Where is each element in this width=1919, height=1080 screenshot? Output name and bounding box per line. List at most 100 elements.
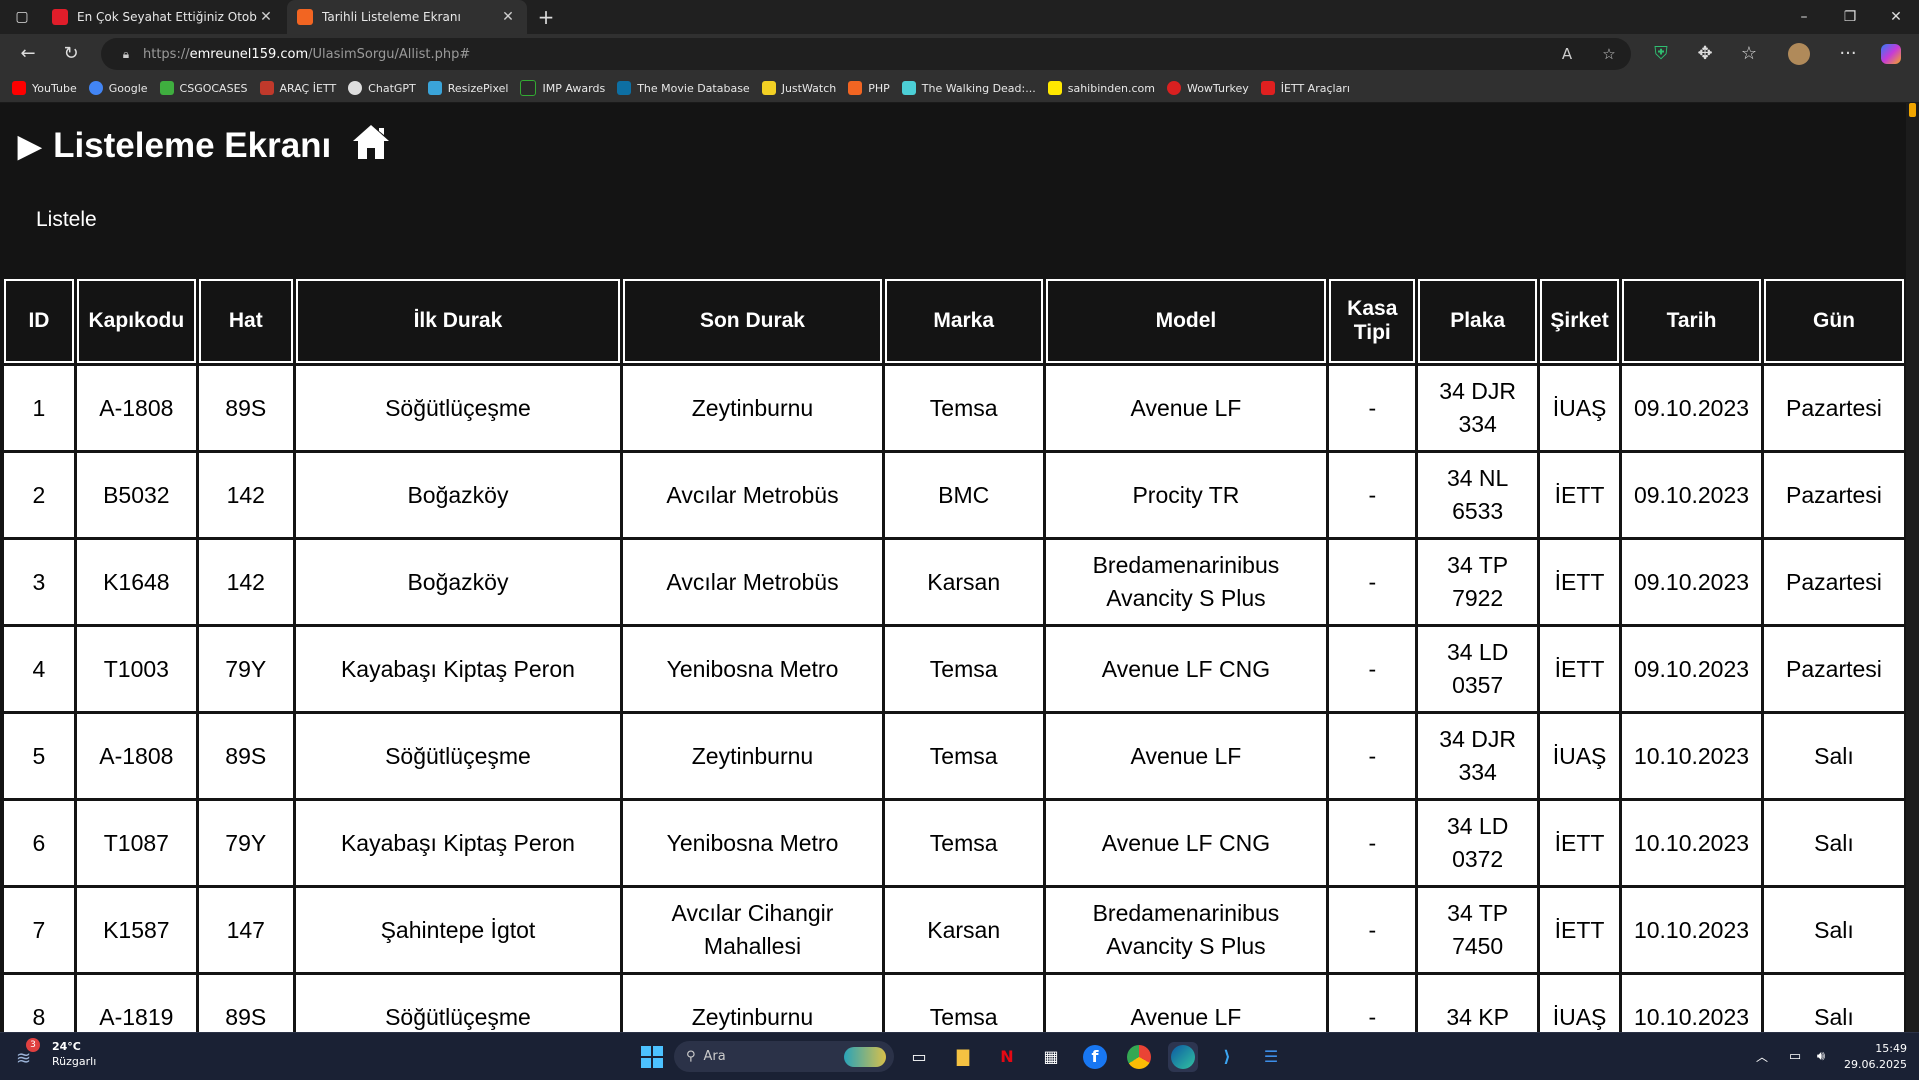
back-arrow-icon[interactable]: ←	[14, 40, 42, 68]
bookmarks-bar: YouTube Google CSGOCASES ARAÇ İETT ChatG…	[0, 74, 1919, 103]
table-cell: A-1808	[76, 714, 196, 798]
wowturkey-icon	[1166, 81, 1181, 95]
table-cell: 142	[198, 453, 293, 537]
bookmark-arac-iett[interactable]: ARAÇ İETT	[259, 81, 336, 95]
table-cell: Boğazköy	[295, 453, 621, 537]
refresh-icon[interactable]: ↻	[57, 40, 85, 68]
bookmark-csgocases[interactable]: CSGOCASES	[159, 81, 248, 95]
close-window-button[interactable]: ✕	[1873, 0, 1919, 34]
table-cell: Salı	[1763, 714, 1904, 798]
bookmark-youtube[interactable]: YouTube	[12, 81, 77, 95]
start-windows-icon[interactable]	[637, 1042, 667, 1072]
table-cell: 2	[4, 453, 74, 537]
table-cell: Salı	[1763, 888, 1904, 972]
tab-bar: ▢ En Çok Seyahat Ettiğiniz Otobüs& ✕ Tar…	[0, 0, 1919, 34]
table-cell: B5032	[76, 453, 196, 537]
minimize-button[interactable]: –	[1781, 0, 1827, 34]
close-tab-icon[interactable]: ✕	[499, 9, 517, 25]
table-cell: İETT	[1540, 888, 1620, 972]
table-cell: -	[1329, 627, 1416, 711]
more-menu-icon[interactable]: ···	[1834, 40, 1862, 68]
table-cell: K1648	[76, 540, 196, 624]
show-hidden-icons[interactable]: ︿	[1747, 1042, 1777, 1072]
listele-link[interactable]: Listele	[36, 208, 97, 232]
tab-actions-icon[interactable]: ▢	[8, 3, 36, 31]
bookmark-chatgpt[interactable]: ChatGPT	[348, 81, 416, 95]
table-cell: Kayabaşı Kiptaş Peron	[295, 801, 621, 885]
task-view-icon[interactable]: ▭	[904, 1042, 934, 1072]
table-cell: Procity TR	[1045, 453, 1327, 537]
table-cell: Zeytinburnu	[623, 975, 882, 1032]
edge-icon[interactable]	[1168, 1042, 1198, 1072]
file-explorer-icon[interactable]: ▇	[948, 1042, 978, 1072]
scrollbar-thumb[interactable]	[1909, 103, 1916, 117]
table-cell: 09.10.2023	[1622, 540, 1761, 624]
taskbar-search[interactable]: ⚲ Ara	[674, 1041, 894, 1072]
column-header: Son Durak	[623, 279, 882, 363]
browser-toolbar: ← ↻ 🔒︎ https://emreunel159.com/UlasimSor…	[0, 34, 1919, 74]
table-cell: 09.10.2023	[1622, 366, 1761, 450]
table-cell: Temsa	[884, 366, 1043, 450]
facebook-icon[interactable]: f	[1080, 1042, 1110, 1072]
restore-button[interactable]: ❐	[1827, 0, 1873, 34]
xampp-icon[interactable]: ☰	[1256, 1042, 1286, 1072]
youtube-icon	[12, 81, 26, 95]
table-cell: Bredamenarinibus Avancity S Plus	[1045, 888, 1327, 972]
site-favicon-icon	[297, 9, 313, 25]
new-tab-button[interactable]: +	[534, 5, 558, 29]
taskbar: ≋ 3 24°C Rüzgarlı ⚲ Ara ▭ ▇ N ▦ f ⟩ ☰ ︿ ▭…	[0, 1032, 1919, 1080]
table-row: 2 B5032 142 Boğazköy Avcılar Metrobüs BMC Proc…	[4, 453, 1904, 537]
profile-avatar[interactable]	[1785, 40, 1813, 68]
bookmark-justwatch[interactable]: JustWatch	[761, 81, 836, 95]
table-cell: 89S	[198, 714, 293, 798]
table-cell: 10.10.2023	[1622, 888, 1761, 972]
table-cell: -	[1329, 888, 1416, 972]
vscode-icon[interactable]: ⟩	[1212, 1042, 1242, 1072]
tab-otobus[interactable]: En Çok Seyahat Ettiğiniz Otobüs& ✕	[42, 0, 285, 34]
bookmark-google[interactable]: Google	[88, 81, 148, 95]
table-cell: 34 LD 0357	[1418, 627, 1538, 711]
weather-badge: 3	[26, 1038, 40, 1052]
table-cell: 3	[4, 540, 74, 624]
results-table: ID Kapıkodu Hat İlk Durak Son Durak Marka Mode…	[1, 276, 1906, 1032]
table-cell: Pazartesi	[1763, 453, 1904, 537]
bookmark-php[interactable]: PHP	[848, 81, 890, 95]
table-cell: 1	[4, 366, 74, 450]
shield-icon[interactable]: ⛨	[1647, 40, 1675, 68]
tab-listeleme[interactable]: Tarihli Listeleme Ekranı ✕	[287, 0, 527, 34]
url-text[interactable]: https://emreunel159.com/UlasimSorgu/Alli…	[143, 47, 470, 62]
home-icon[interactable]	[351, 122, 391, 171]
read-aloud-icon[interactable]: A	[1553, 38, 1581, 70]
bookmark-wowturkey[interactable]: WowTurkey	[1166, 81, 1249, 95]
bookmark-tmdb[interactable]: The Movie Database	[617, 81, 750, 95]
weather-widget[interactable]: ≋ 3 24°C Rüzgarlı	[14, 1038, 96, 1069]
address-bar[interactable]: 🔒︎ https://emreunel159.com/UlasimSorgu/A…	[101, 38, 1631, 70]
store-icon[interactable]: ▦	[1036, 1042, 1066, 1072]
turkey-flag-icon	[52, 9, 68, 25]
page-content: ▶ Listeleme Ekranı Listele ID Kapıkodu Hat…	[0, 103, 1906, 1032]
column-header: Gün	[1763, 279, 1904, 363]
table-row: 4 T1003 79Y Kayabaşı Kiptaş Peron Yenibosna …	[4, 627, 1904, 711]
bookmark-walking-dead[interactable]: The Walking Dead:...	[901, 81, 1036, 95]
search-highlight-icon	[844, 1046, 886, 1067]
favorites-icon[interactable]: ☆	[1735, 40, 1763, 68]
table-cell: Yenibosna Metro	[623, 627, 882, 711]
table-cell: Bredamenarinibus Avancity S Plus	[1045, 540, 1327, 624]
clock-time: 15:49	[1875, 1042, 1907, 1055]
bookmark-resizepixel[interactable]: ResizePixel	[427, 81, 508, 95]
volume-icon[interactable]: 🔊︎	[1806, 1042, 1836, 1072]
bookmark-imp-awards[interactable]: IMP Awards	[520, 80, 605, 96]
favorite-star-icon[interactable]: ☆	[1595, 38, 1623, 70]
close-tab-icon[interactable]: ✕	[257, 9, 275, 25]
table-cell: 09.10.2023	[1622, 453, 1761, 537]
bookmark-iett-araclari[interactable]: İETT Araçları	[1260, 81, 1350, 95]
extensions-icon[interactable]: ✥	[1691, 40, 1719, 68]
table-cell: -	[1329, 366, 1416, 450]
scrollbar[interactable]	[1906, 103, 1919, 1032]
bookmark-sahibinden[interactable]: sahibinden.com	[1047, 81, 1155, 95]
netflix-icon[interactable]: N	[992, 1042, 1022, 1072]
clock[interactable]: 15:49 29.06.2025	[1844, 1041, 1907, 1073]
chrome-icon[interactable]	[1124, 1042, 1154, 1072]
search-icon: ⚲	[686, 1049, 696, 1064]
copilot-icon[interactable]	[1877, 40, 1905, 68]
